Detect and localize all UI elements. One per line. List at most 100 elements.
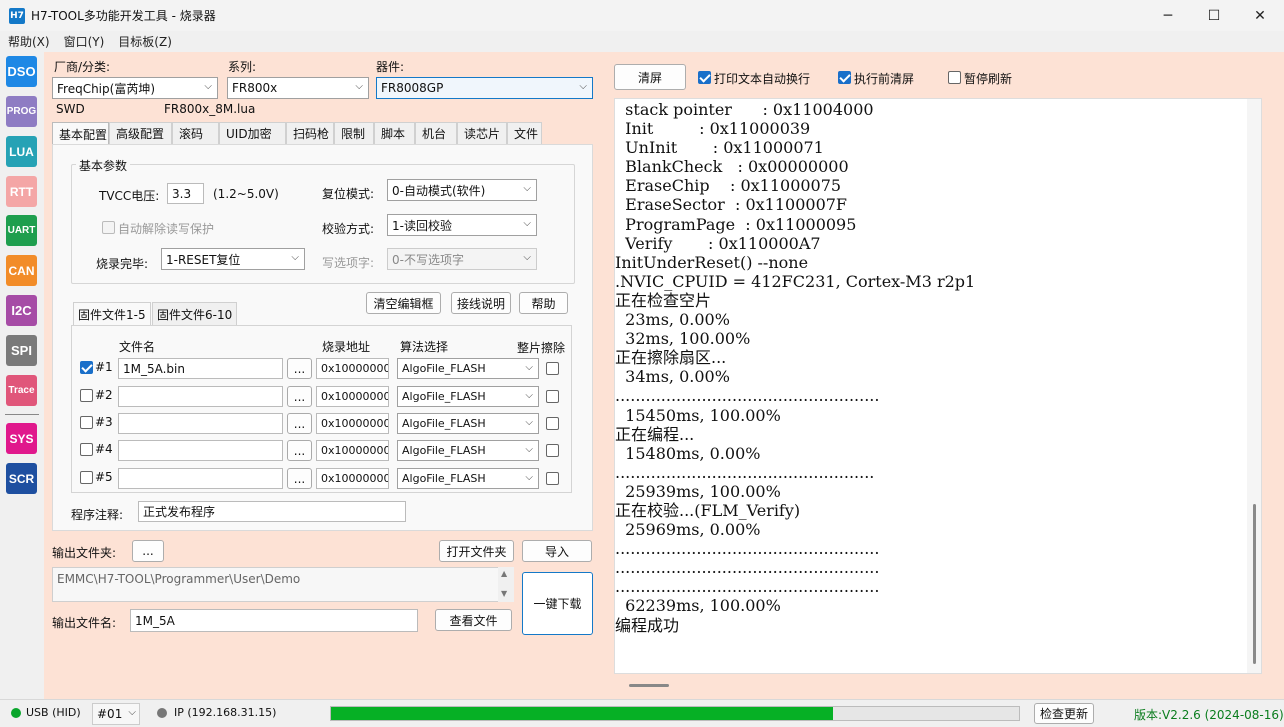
console-output[interactable]: stack pointer : 0x11004000 Init : 0x1100…: [614, 98, 1262, 674]
firmware-browse-button[interactable]: ...: [287, 413, 312, 434]
full-erase-checkbox[interactable]: [546, 362, 559, 375]
firmware-file-input[interactable]: [118, 468, 283, 489]
full-erase-checkbox[interactable]: [546, 472, 559, 485]
maximize-button[interactable]: ☐: [1191, 0, 1237, 31]
firmware-browse-button[interactable]: ...: [287, 386, 312, 407]
verify-mode-select[interactable]: 1-读回校验 ⌵: [387, 214, 537, 236]
output-filename-input[interactable]: 1M_5A: [130, 609, 418, 632]
menu-help[interactable]: 帮助(X): [8, 33, 50, 50]
minimize-button[interactable]: ─: [1145, 0, 1191, 31]
chevron-down-icon: ⌵: [128, 707, 136, 718]
full-erase-checkbox[interactable]: [546, 417, 559, 430]
firmware-address-input[interactable]: 0x10000000: [316, 386, 389, 407]
firmware-address-input[interactable]: 0x10000000: [316, 413, 389, 434]
firmware-algo-select[interactable]: AlgoFile_FLASH ⌵: [397, 358, 539, 379]
help-button[interactable]: 帮助: [519, 292, 568, 314]
log-line: ProgramPage : 0x11000095: [615, 214, 857, 234]
tool-trace-button[interactable]: Trace: [6, 375, 37, 406]
output-folder-browse-button[interactable]: ...: [132, 540, 164, 562]
chevron-down-icon: ⌵: [579, 81, 587, 92]
menu-window[interactable]: 窗口(Y): [64, 33, 105, 50]
tab-config-8[interactable]: 读芯片: [457, 122, 507, 144]
one-click-download-button[interactable]: 一键下载: [522, 572, 593, 635]
vendor-select[interactable]: FreqChip(富芮坤) ⌵: [52, 77, 218, 99]
device-number-select[interactable]: #01 ⌵: [92, 703, 140, 725]
firmware-enable-checkbox[interactable]: [80, 361, 93, 374]
firmware-file-input[interactable]: [118, 386, 283, 407]
tool-i2c-button[interactable]: I2C: [6, 295, 37, 326]
tab-config-2[interactable]: 滚码: [172, 122, 219, 144]
tab-config-9[interactable]: 文件: [507, 122, 542, 144]
tool-can-button[interactable]: CAN: [6, 255, 37, 286]
view-file-button[interactable]: 查看文件: [435, 609, 512, 631]
close-button[interactable]: ✕: [1237, 0, 1283, 31]
clear-edit-button[interactable]: 清空编辑框: [366, 292, 441, 314]
firmware-algo-value: AlgoFile_FLASH: [402, 472, 486, 485]
firmware-file-input[interactable]: [118, 440, 283, 461]
clear-screen-button[interactable]: 清屏: [614, 64, 686, 90]
tool-lua-button[interactable]: LUA: [6, 136, 37, 167]
series-select[interactable]: FR800x ⌵: [227, 77, 369, 99]
menu-target-board[interactable]: 目标板(Z): [118, 33, 172, 50]
output-path-box[interactable]: EMMC\H7-TOOL\Programmer\User\Demo: [52, 567, 514, 602]
firmware-enable-checkbox[interactable]: [80, 471, 93, 484]
tab-config-5[interactable]: 限制: [334, 122, 374, 144]
horizontal-scroll-thumb[interactable]: [629, 684, 669, 687]
console-scroll-thumb[interactable]: [1253, 504, 1256, 664]
full-erase-checkbox[interactable]: [546, 390, 559, 403]
firmware-browse-button[interactable]: ...: [287, 440, 312, 461]
check-update-button[interactable]: 检查更新: [1034, 703, 1094, 724]
tab-config-6[interactable]: 脚本: [374, 122, 415, 144]
import-button[interactable]: 导入: [522, 540, 592, 562]
path-scrollbar[interactable]: ▲ ▼: [498, 567, 514, 602]
tool-rtt-button[interactable]: RTT: [6, 176, 37, 207]
pause-refresh-checkbox[interactable]: [948, 71, 961, 84]
firmware-algo-select[interactable]: AlgoFile_FLASH ⌵: [397, 386, 539, 407]
tab-config-0[interactable]: 基本配置: [52, 122, 109, 145]
firmware-enable-checkbox[interactable]: [80, 389, 93, 402]
firmware-algo-select[interactable]: AlgoFile_FLASH ⌵: [397, 440, 539, 461]
firmware-browse-button[interactable]: ...: [287, 468, 312, 489]
firmware-address-input[interactable]: 0x10000000: [316, 468, 389, 489]
scroll-down-icon[interactable]: ▼: [501, 589, 507, 598]
option-bytes-select[interactable]: 0-不写选项字 ⌵: [387, 248, 537, 270]
auto-wrap-checkbox[interactable]: [698, 71, 711, 84]
tvcc-input[interactable]: 3.3: [167, 183, 204, 204]
tool-scr-button[interactable]: SCR: [6, 463, 37, 494]
tab-config-3[interactable]: UID加密: [219, 122, 286, 144]
firmware-enable-checkbox[interactable]: [80, 416, 93, 429]
tool-prog-button[interactable]: PROG: [6, 96, 37, 127]
firmware-row-number: #4: [95, 442, 113, 456]
open-folder-button[interactable]: 打开文件夹: [439, 540, 514, 562]
option-bytes-label: 写选项字:: [322, 256, 375, 270]
device-select[interactable]: FR8008GP ⌵: [376, 77, 593, 99]
firmware-address-input[interactable]: 0x10000000: [316, 358, 389, 379]
firmware-file-input[interactable]: 1M_5A.bin: [118, 358, 283, 379]
firmware-browse-button[interactable]: ...: [287, 358, 312, 379]
auto-unlock-checkbox[interactable]: [102, 221, 115, 234]
program-note-input[interactable]: 正式发布程序: [138, 501, 406, 522]
done-action-select[interactable]: 1-RESET复位 ⌵: [161, 248, 305, 270]
tab-firmware-1-5[interactable]: 固件文件1-5: [73, 302, 151, 326]
firmware-algo-select[interactable]: AlgoFile_FLASH ⌵: [397, 468, 539, 489]
window-title: H7-TOOL多功能开发工具 - 烧录器: [31, 9, 216, 23]
tab-config-4[interactable]: 扫码枪: [286, 122, 334, 144]
firmware-algo-select[interactable]: AlgoFile_FLASH ⌵: [397, 413, 539, 434]
firmware-file-input[interactable]: [118, 413, 283, 434]
wiring-guide-button[interactable]: 接线说明: [451, 292, 511, 314]
tab-firmware-6-10[interactable]: 固件文件6-10: [152, 302, 238, 325]
console-scrollbar[interactable]: [1247, 99, 1261, 673]
log-line: Init : 0x11000039: [615, 119, 811, 139]
tab-config-7[interactable]: 机台: [415, 122, 457, 144]
tool-uart-button[interactable]: UART: [6, 215, 37, 246]
clear-before-run-checkbox[interactable]: [838, 71, 851, 84]
full-erase-checkbox[interactable]: [546, 444, 559, 457]
reset-mode-select[interactable]: 0-自动模式(软件) ⌵: [387, 179, 537, 201]
tool-spi-button[interactable]: SPI: [6, 335, 37, 366]
firmware-address-input[interactable]: 0x10000000: [316, 440, 389, 461]
tab-config-1[interactable]: 高级配置: [109, 122, 172, 144]
firmware-enable-checkbox[interactable]: [80, 443, 93, 456]
tool-dso-button[interactable]: DSO: [6, 56, 37, 87]
scroll-up-icon[interactable]: ▲: [501, 569, 507, 578]
tool-sys-button[interactable]: SYS: [6, 423, 37, 454]
